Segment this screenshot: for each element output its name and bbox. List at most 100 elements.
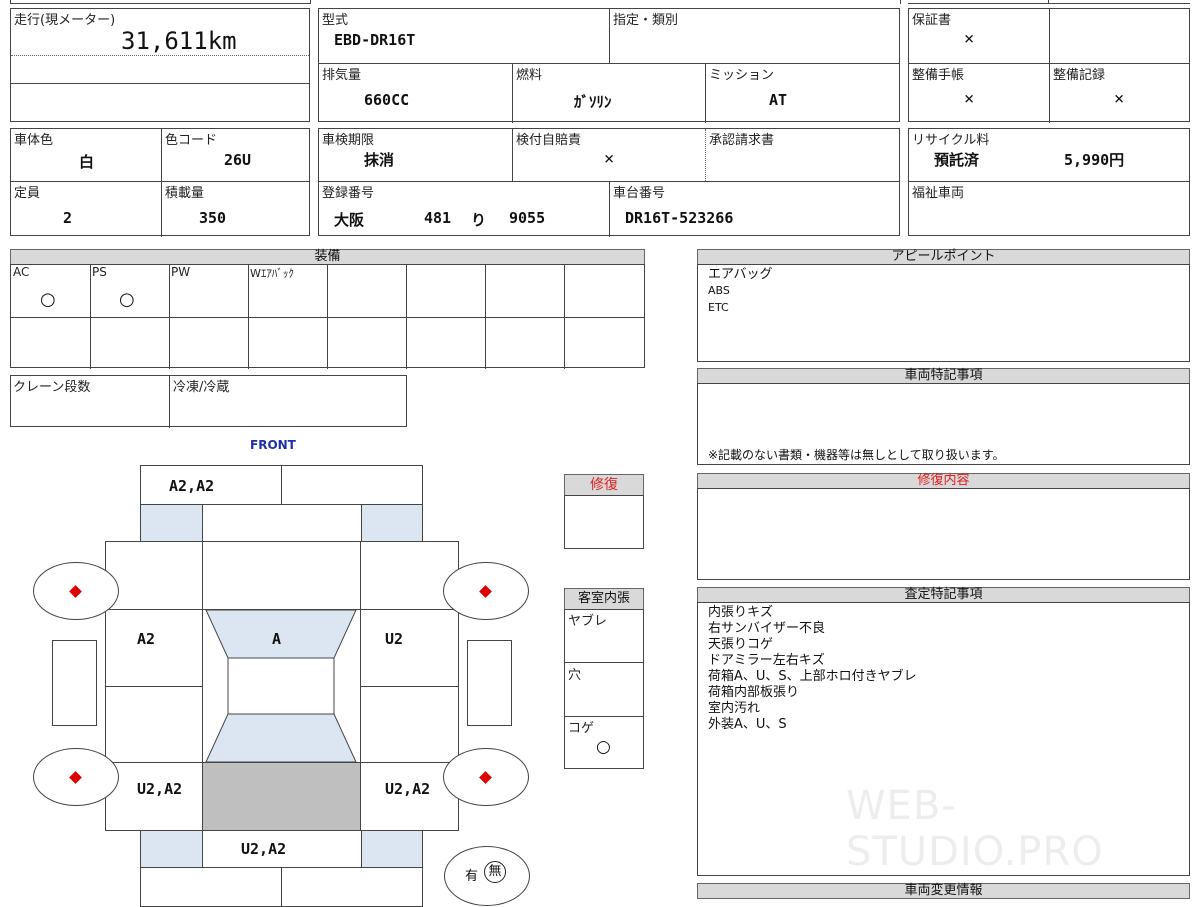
rear-right-light <box>361 830 423 868</box>
change-info-header: 車両変更情報 <box>697 883 1190 899</box>
rear-bumper-right <box>281 867 423 907</box>
interior-box: ヤブレ 穴 コゲ ○ <box>564 609 644 769</box>
roof-label: A <box>272 630 282 648</box>
transmission-label: ミッション <box>709 68 775 83</box>
repair-header: 修復 <box>564 474 644 496</box>
recycle-amount: 5,990円 <box>1064 151 1125 169</box>
transmission-value: AT <box>769 91 788 109</box>
left-rear-label: U2,A2 <box>137 780 183 798</box>
equipment-ps-label: PS <box>92 265 107 279</box>
inspection-label: 車検期限 <box>322 133 375 148</box>
designation-label: 指定・類別 <box>613 13 679 28</box>
mileage-label: 走行(現メーター) <box>14 13 116 28</box>
warranty-value: × <box>964 29 975 49</box>
maint-book-value: × <box>964 89 975 109</box>
appeal-box: エアバッグ ABS ETC <box>697 264 1190 362</box>
maint-record-label: 整備記録 <box>1053 68 1106 83</box>
equipment-grid: AC ○ PS ○ PW Wｴｱﾊﾞｯｸ <box>10 264 645 369</box>
crane-freezer-row: クレーン段数 冷凍/冷蔵 <box>10 375 407 428</box>
load-value: 350 <box>199 209 227 227</box>
crane-label: クレーン段数 <box>13 380 91 395</box>
notes-box: ※記載のない書類・機器等は無しとして取り扱います。 <box>697 383 1190 465</box>
registration-label: 登録番号 <box>322 186 375 201</box>
top-bumper-left: A2,A2 <box>140 465 282 505</box>
mileage-value: 31,611km <box>121 27 237 55</box>
left-door-label: A2 <box>137 630 156 648</box>
assessment-line: 右サンバイザー不良 <box>708 621 826 636</box>
insurance-value: × <box>604 149 615 169</box>
assessment-line: 荷箱内部板張り <box>708 685 800 700</box>
equipment-ac-mark: ○ <box>40 289 56 310</box>
equipment-header: 装備 <box>10 249 645 265</box>
assessment-box: 内張りキズ 右サンバイザー不良 天張りコゲ ドアミラー左右キズ 荷箱A、U、S、… <box>697 602 1190 876</box>
interior-tear-label: ヤブレ <box>568 614 608 629</box>
front-panel <box>202 504 362 542</box>
body-color-value: 白 <box>79 153 95 171</box>
freezer-label: 冷凍/冷蔵 <box>173 380 230 395</box>
notes-header: 車両特記事項 <box>697 368 1190 384</box>
displacement-value: 660CC <box>364 91 410 109</box>
rear-panel-label: U2,A2 <box>241 840 287 858</box>
capacity-label: 定員 <box>14 186 41 201</box>
displacement-label: 排気量 <box>322 68 362 83</box>
spare-tire: 有 無 <box>444 846 530 906</box>
capacity-value: 2 <box>63 209 73 227</box>
inspection-block: 車検期限 抹消 検付自賠責 × 承認請求書 登録番号 大阪 481 り 9055… <box>318 128 900 237</box>
top-bumper-label: A2,A2 <box>169 477 215 495</box>
assessment-line: 室内汚れ <box>708 701 761 716</box>
registration-class: 481 <box>424 209 452 227</box>
registration-number: 9055 <box>509 209 546 227</box>
approval-label: 承認請求書 <box>709 133 775 148</box>
windshield-rear <box>205 713 357 763</box>
equipment-wairbag-label: Wｴｱﾊﾞｯｸ <box>250 267 294 280</box>
interior-hole-label: 穴 <box>568 668 582 683</box>
spare-yes-label: 有 <box>465 869 479 884</box>
assessment-line: 外装A、U、S <box>708 717 787 732</box>
insurance-label: 検付自賠責 <box>516 133 582 148</box>
maint-book-label: 整備手帳 <box>912 68 965 83</box>
front-label: FRONT <box>250 438 296 452</box>
appeal-line-2: ABS <box>708 284 730 297</box>
interior-burn-mark: ○ <box>596 737 611 757</box>
roof-panel <box>227 657 335 715</box>
model-label: 型式 <box>322 13 349 28</box>
rear-left-light <box>140 830 203 868</box>
warranty-block: 保証書 × 整備手帳 × 整備記録 × <box>908 8 1190 123</box>
spare-no-label: 無 <box>484 861 506 883</box>
appeal-header: アピールポイント <box>697 249 1190 265</box>
repair-detail-header: 修復内容 <box>697 473 1190 489</box>
front-left-light <box>140 504 203 542</box>
assessment-line: 天張りコゲ <box>708 637 774 652</box>
recycle-label: リサイクル料 <box>912 133 990 148</box>
assessment-header: 査定特記事項 <box>697 587 1190 603</box>
model-value: EBD-DR16T <box>334 31 416 49</box>
interior-header: 客室内張 <box>564 588 644 610</box>
equipment-ps-mark: ○ <box>119 289 135 310</box>
registration-kana: り <box>471 211 487 229</box>
notes-disclaimer: ※記載のない書類・機器等は無しとして取り扱います。 <box>708 448 1005 462</box>
tire-front-left <box>33 562 119 620</box>
fuel-value: ｶﾞｿﾘﾝ <box>574 93 612 111</box>
load-label: 積載量 <box>165 186 205 201</box>
inspection-value: 抹消 <box>364 151 395 169</box>
cargo-bed <box>202 762 361 831</box>
maint-record-value: × <box>1114 89 1125 109</box>
rear-panel: U2,A2 <box>202 830 362 868</box>
fuel-label: 燃料 <box>516 68 543 83</box>
body-color-label: 車体色 <box>14 133 54 148</box>
side-step-left <box>52 640 97 726</box>
color-block: 車体色 白 色コード 26U 定員 2 積載量 350 <box>10 128 310 237</box>
tire-rear-left <box>33 748 119 806</box>
chassis-value: DR16T-523266 <box>625 209 734 227</box>
color-code-value: 26U <box>224 151 252 169</box>
rear-bumper-left <box>140 867 282 907</box>
chassis-label: 車台番号 <box>613 186 666 201</box>
assessment-line: ドアミラー左右キズ <box>708 653 825 668</box>
warranty-label: 保証書 <box>912 13 952 28</box>
tire-rear-right <box>443 748 529 806</box>
welfare-label: 福祉車両 <box>912 186 965 201</box>
side-step-right <box>467 640 512 726</box>
mileage-cell: 走行(現メーター) 31,611km <box>10 8 310 122</box>
repair-detail-box <box>697 488 1190 580</box>
tire-front-right <box>443 562 529 620</box>
